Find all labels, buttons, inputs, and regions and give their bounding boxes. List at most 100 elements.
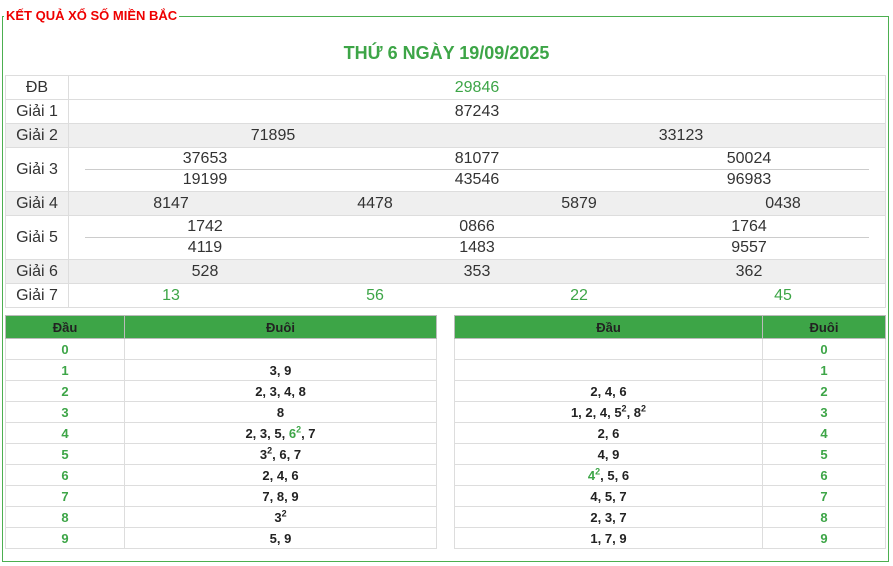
prize-value: 1742 [187, 218, 223, 235]
digits-list-cell: 32 [124, 506, 437, 528]
loto-row: 42, 5, 66 [454, 464, 886, 486]
loto-number: 5, 9 [269, 530, 292, 546]
row-g3: Giải 3 37653 81077 50024 19199 43546 969… [5, 147, 886, 192]
digit-cell: 6 [762, 464, 886, 486]
digits-list-cell: 42, 5, 6 [454, 464, 763, 486]
loto-number: , 7 [301, 425, 316, 441]
row-g7: Giải 7 13 56 22 45 [5, 283, 886, 308]
prize-value: 1764 [731, 218, 767, 235]
digits-list-cell: 2, 6 [454, 422, 763, 444]
digit-cell: 7 [5, 485, 125, 507]
draw-date: THỨ 6 NGÀY 19/09/2025 [343, 43, 550, 63]
loto-number: 4, 9 [597, 446, 620, 462]
prize-label: Giải 2 [5, 123, 69, 148]
prize-value: 33123 [658, 126, 704, 144]
prize-value: 56 [366, 286, 384, 304]
prize-value: 362 [735, 262, 763, 280]
digits-list-cell: 7, 8, 9 [124, 485, 437, 507]
loto-number: 2, 3, 4, 8 [255, 383, 306, 399]
loto-row: 4, 5, 7 7 [454, 485, 886, 507]
prize-value: 0438 [765, 194, 801, 212]
loto-number: 8 [276, 404, 285, 420]
prize-value: 81077 [454, 150, 500, 167]
loto-number: , [626, 404, 634, 420]
loto-row: 1, 2, 4, 52, 82 3 [454, 401, 886, 423]
digits-list-cell: 1, 7, 9 [454, 527, 763, 549]
digit-cell: 0 [5, 338, 125, 360]
loto-number: 32 [259, 445, 273, 462]
prize-value: 19199 [182, 171, 228, 188]
loto-row: 2, 6 4 [454, 422, 886, 444]
loto-number: 52 [614, 403, 627, 420]
prize-label: Giải 1 [5, 99, 69, 124]
loto-number: 32 [274, 508, 287, 525]
column-header-head: Đầu [454, 315, 763, 339]
digits-list-cell: 5, 9 [124, 527, 437, 549]
column-header-tail: Đuôi [762, 315, 886, 339]
row-g6: Giải 6 528 353 362 [5, 259, 886, 284]
column-header-tail: Đuôi [124, 315, 437, 339]
prize-value: 71895 [250, 126, 296, 144]
row-g5: Giải 5 1742 0866 1764 4119 1483 9557 [5, 215, 886, 260]
loto-number: 4, 5, 7 [590, 488, 627, 504]
loto-number: 82 [633, 403, 647, 420]
digit-cell: 5 [5, 443, 125, 465]
digits-list-cell [124, 338, 437, 360]
special-prize-value: 29846 [68, 75, 886, 100]
loto-row: 9 5, 9 [5, 527, 437, 549]
digits-list-cell: 1, 2, 4, 52, 82 [454, 401, 763, 423]
prize-value: 96983 [726, 171, 772, 188]
digit-cell: 1 [5, 359, 125, 381]
loto-row: 0 [5, 338, 437, 360]
loto-number: 2, 4, 6 [262, 467, 299, 483]
loto-number: 2, 3, 7 [590, 509, 627, 525]
loto-number: 7, 8, 9 [262, 488, 299, 504]
row-db: ĐB 29846 [5, 75, 886, 100]
prize-value: 528 [191, 262, 219, 280]
loto-row: 1 3, 9 [5, 359, 437, 381]
prize-value: 37653 [182, 150, 228, 167]
prize-value: 5879 [561, 194, 597, 212]
prize-label: ĐB [5, 75, 69, 100]
prize-value: 45 [774, 286, 792, 304]
digit-cell: 8 [5, 506, 125, 528]
prize-label: Giải 5 [5, 215, 69, 260]
digit-cell: 1 [762, 359, 886, 381]
digits-list-cell [454, 338, 763, 360]
loto-by-head-table: Đầu Đuôi 0 1 3, 9 2 2, 3, 4, 8 3 8 4 2, 3, 5, 62… [5, 315, 437, 549]
digit-cell: 4 [762, 422, 886, 444]
loto-number: 42 [587, 466, 601, 483]
loto-row: 38 [5, 401, 437, 423]
row-g1: Giải 1 87243 [5, 99, 886, 124]
digit-cell: 8 [762, 506, 886, 528]
digit-cell: 3 [5, 401, 125, 423]
prize-value: 1483 [459, 239, 495, 256]
prize-value: 4119 [187, 239, 223, 256]
loto-number: 3, 9 [269, 362, 292, 378]
loto-row: 2, 3, 7 8 [454, 506, 886, 528]
loto-row: 5 32, 6, 7 [5, 443, 437, 465]
loto-row: 1, 7, 9 9 [454, 527, 886, 549]
digit-cell: 0 [762, 338, 886, 360]
repeat-count: 2 [641, 403, 647, 414]
loto-by-tail-table: Đầu Đuôi 0 1 2, 4, 6 2 1, 2, 4, 52, 82 3 2, 64… [454, 315, 886, 549]
loto-row: 1 [454, 359, 886, 381]
prize-value: 87243 [68, 99, 886, 124]
digit-cell: 3 [762, 401, 886, 423]
loto-row: 0 [454, 338, 886, 360]
loto-number: 62 [288, 424, 302, 441]
digit-cell: 4 [5, 422, 125, 444]
results-table: ĐB 29846 Giải 1 87243 Giải 2 71895 33123… [5, 75, 886, 308]
prize-value: 13 [162, 286, 180, 304]
prize-label: Giải 6 [5, 259, 69, 284]
loto-row: 8 32 [5, 506, 437, 528]
digits-list-cell: 3, 9 [124, 359, 437, 381]
digit-cell: 6 [5, 464, 125, 486]
loto-number: , 5, 6 [600, 467, 630, 483]
digits-list-cell: 2, 3, 4, 8 [124, 380, 437, 402]
loto-row: 7 7, 8, 9 [5, 485, 437, 507]
loto-number: , 6, 7 [272, 446, 302, 462]
digit-cell: 7 [762, 485, 886, 507]
loto-row: 4, 9 5 [454, 443, 886, 465]
repeat-count: 2 [281, 508, 287, 519]
